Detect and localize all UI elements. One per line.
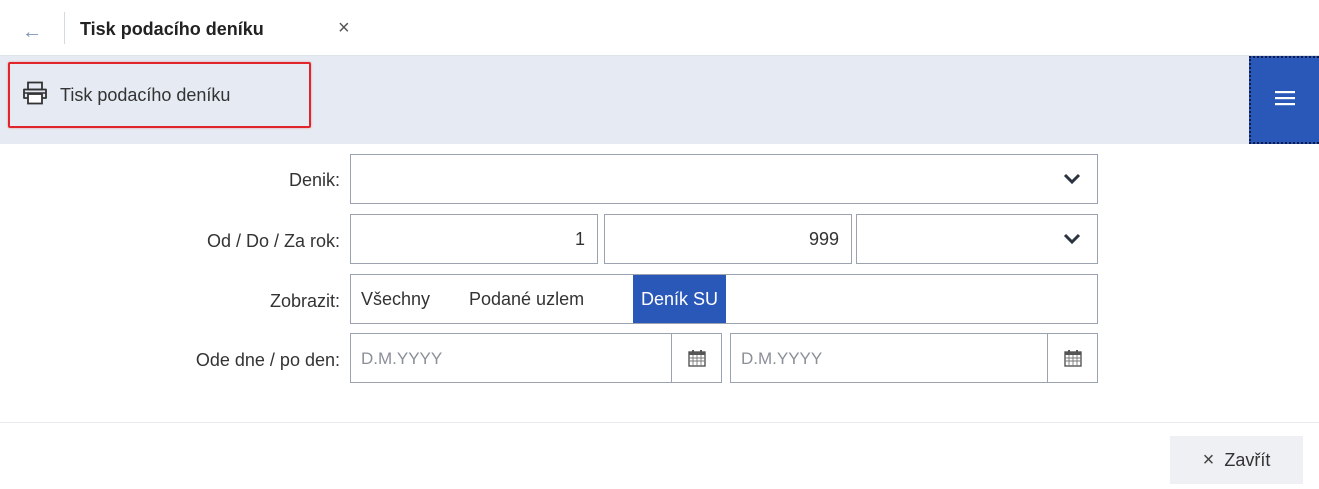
calendar-icon[interactable] <box>1047 334 1097 382</box>
tab-divider <box>64 12 65 44</box>
calendar-icon[interactable] <box>671 334 721 382</box>
close-button[interactable]: × Zavřít <box>1170 436 1303 484</box>
print-journal-button[interactable]: Tisk podacího deníku <box>8 62 311 128</box>
tab-title[interactable]: Tisk podacího deníku <box>80 19 264 40</box>
range-to-input[interactable]: 999 <box>604 214 852 264</box>
zobrazit-option-denik-su[interactable]: Deník SU <box>633 275 727 323</box>
denik-select[interactable] <box>350 154 1098 204</box>
hamburger-menu-icon <box>1275 90 1295 111</box>
close-button-label: Zavřít <box>1224 449 1271 470</box>
date-from-placeholder: D.M.YYYY <box>361 349 443 368</box>
date-to-placeholder: D.M.YYYY <box>741 349 823 368</box>
zobrazit-label: Zobrazit: <box>269 291 340 311</box>
close-icon: × <box>1202 448 1215 471</box>
date-to-input[interactable]: D.M.YYYY <box>730 333 1098 383</box>
range-label: Od / Do / Za rok: <box>206 231 340 251</box>
year-select[interactable] <box>856 214 1098 264</box>
hamburger-menu-button[interactable] <box>1249 56 1319 144</box>
toolbar: Tisk podacího deníku <box>0 56 1319 144</box>
footer-divider <box>0 422 1319 423</box>
zobrazit-option-podane-uzlem[interactable]: Podané uzlem <box>469 275 584 323</box>
date-from-input[interactable]: D.M.YYYY <box>350 333 722 383</box>
denik-label: Denik: <box>288 170 340 190</box>
zobrazit-option-vsechny[interactable]: Všechny <box>361 275 430 323</box>
dates-label: Ode dne / po den: <box>195 350 340 370</box>
back-arrow-icon[interactable]: ← <box>14 14 50 50</box>
tab-close-icon[interactable]: × <box>338 18 350 38</box>
zobrazit-segmented: Všechny Podané uzlem Deník SU <box>350 274 1098 324</box>
tab-bar: ← Tisk podacího deníku × <box>0 0 1319 56</box>
print-journal-label: Tisk podacího deníku <box>60 84 231 105</box>
printer-icon <box>22 81 48 110</box>
chevron-down-icon[interactable] <box>1047 215 1097 263</box>
chevron-down-icon[interactable] <box>1047 155 1097 203</box>
range-from-input[interactable]: 1 <box>350 214 598 264</box>
